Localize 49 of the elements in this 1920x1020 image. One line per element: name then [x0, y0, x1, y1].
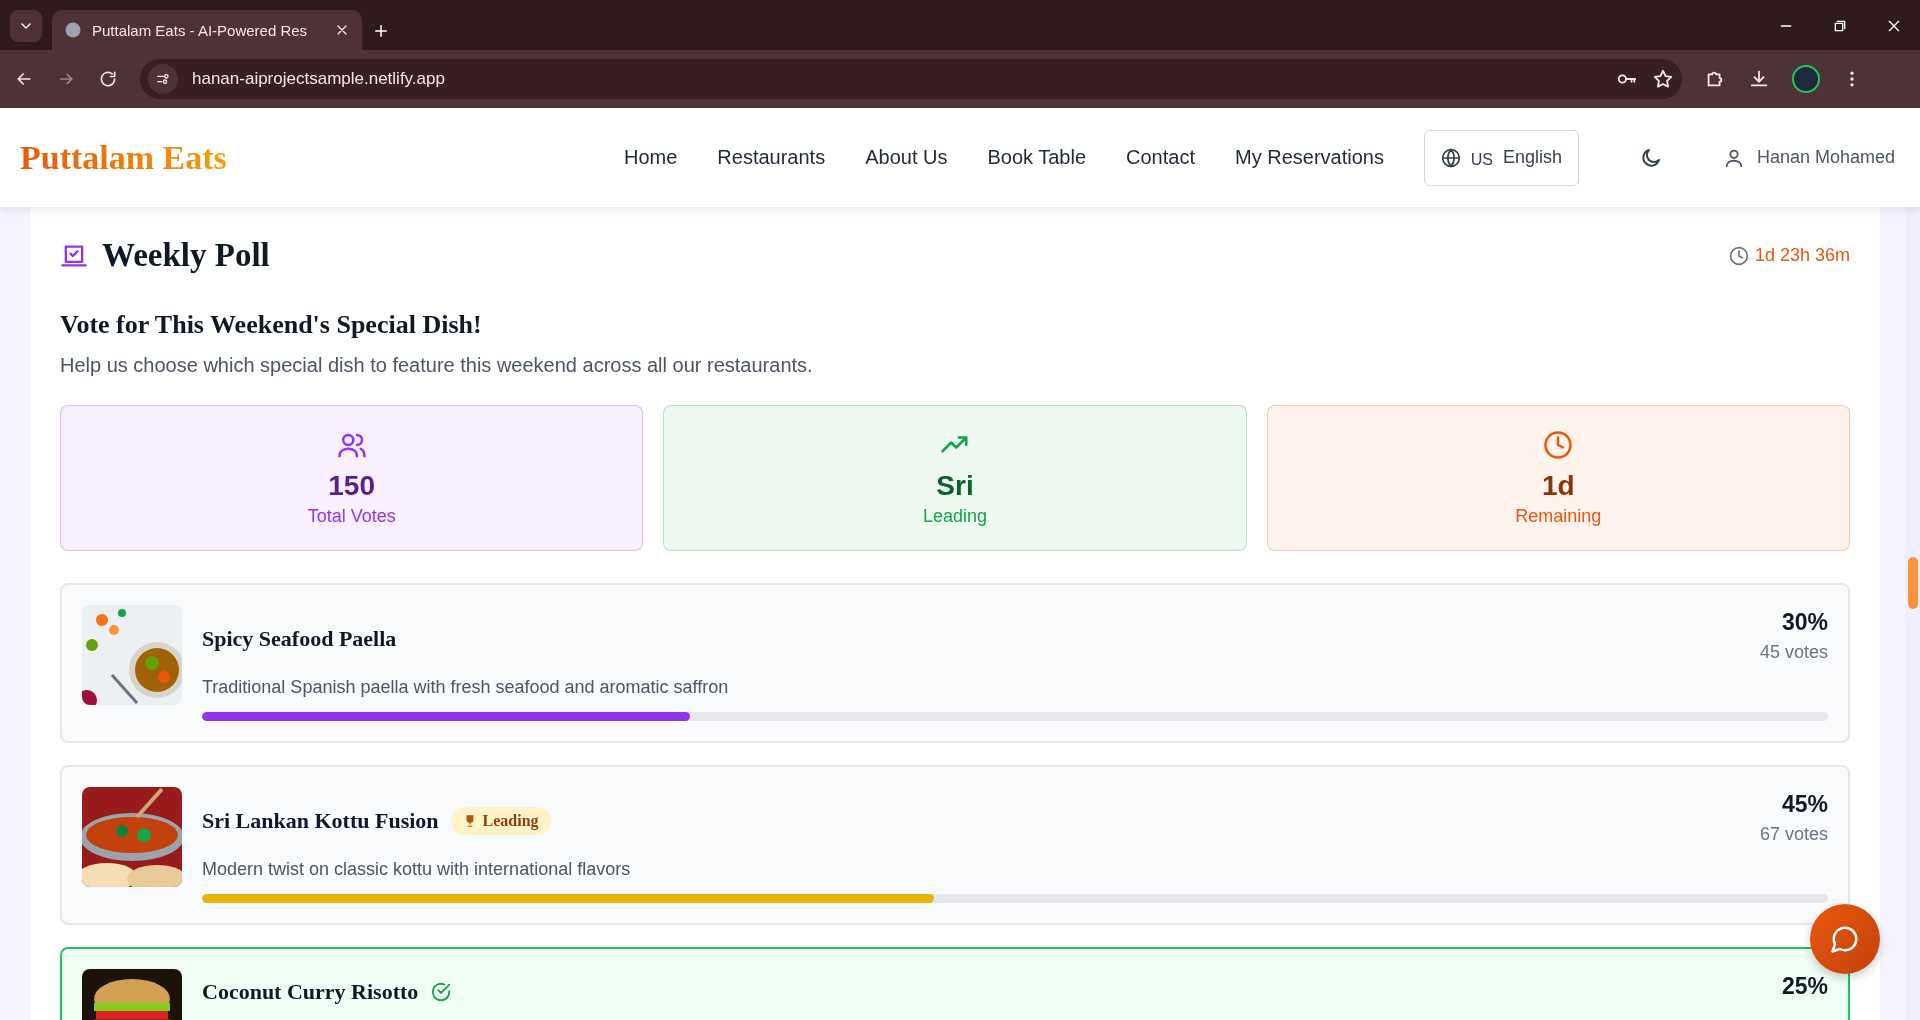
- stat-label: Remaining: [1515, 505, 1602, 527]
- poll-description: Help us choose which special dish to feature this weekend across all our restaurants.: [60, 354, 814, 377]
- language-button[interactable]: US English: [1423, 129, 1579, 186]
- stat-label: Total Votes: [307, 505, 396, 527]
- clock-icon: [1728, 245, 1749, 266]
- nav-link[interactable]: Contact: [1126, 146, 1195, 169]
- nav-link[interactable]: Home: [623, 146, 678, 169]
- url-text: hanan-aiprojectsample.netlify.app: [192, 69, 446, 89]
- clock-icon: [1543, 429, 1574, 460]
- restore-icon[interactable]: [1832, 18, 1848, 34]
- nav-link[interactable]: Book Table: [987, 146, 1087, 169]
- dish-description: Traditional Spanish paella with fresh seafood and aromatic saffron: [202, 677, 730, 698]
- tab-list-button[interactable]: [10, 10, 42, 42]
- dish-name: Sri Lankan Kottu Fusion: [202, 808, 439, 834]
- vote-count: 67 votes: [1759, 824, 1828, 845]
- nav-link[interactable]: Restaurants: [717, 146, 826, 169]
- site-settings-icon[interactable]: [155, 71, 171, 87]
- nav-link[interactable]: My Reservations: [1234, 146, 1384, 169]
- tab-title: Puttalam Eats - AI-Powered Res: [92, 21, 309, 39]
- address-bar[interactable]: hanan-aiprojectsample.netlify.app: [140, 59, 1682, 99]
- dish-description: Modern twist on classic kottu with international flavors: [202, 859, 632, 880]
- browser-tab[interactable]: Puttalam Eats - AI-Powered Res: [52, 10, 362, 50]
- reload-icon[interactable]: [98, 69, 118, 89]
- vote-percentage: 30%: [1780, 609, 1828, 636]
- countdown-timer: 1d 23h 36m: [1754, 245, 1850, 266]
- star-icon[interactable]: [1652, 68, 1674, 90]
- poll-option-card[interactable]: Coconut Curry Risotto 25%: [60, 947, 1850, 1020]
- dish-name: Spicy Seafood Paella: [202, 626, 397, 652]
- new-tab-icon[interactable]: [372, 22, 390, 40]
- poll-option-card[interactable]: Spicy Seafood Paella 30% 45 votes Traditional Spanish paella with fresh seafood and aromatic saffron: [60, 583, 1850, 743]
- stat-value: 150: [328, 469, 375, 502]
- stat-label: Leading: [922, 505, 988, 527]
- poll-heading: Vote for This Weekend's Special Dish!: [60, 310, 483, 340]
- vote-percentage: 25%: [1781, 973, 1828, 1000]
- leading-badge: Leading: [450, 807, 551, 835]
- profile-avatar[interactable]: [1792, 65, 1820, 93]
- user-menu[interactable]: Hanan Mohamed: [1722, 146, 1895, 169]
- vote-percentage: 45%: [1780, 791, 1828, 818]
- scrollbar-thumb[interactable]: [1908, 557, 1918, 609]
- close-icon[interactable]: [1886, 18, 1902, 34]
- vote-count: 45 votes: [1759, 642, 1828, 663]
- chat-bubble-icon: [1830, 924, 1860, 954]
- stat-value: Sri: [936, 469, 974, 502]
- poll-title: Weekly Poll: [102, 237, 270, 274]
- stat-value: 1d: [1541, 469, 1575, 502]
- scrollbar[interactable]: [1905, 207, 1920, 1020]
- dish-name: Coconut Curry Risotto: [202, 979, 419, 1005]
- poll-option-card[interactable]: Sri Lankan Kottu Fusion Leading 45% 67 votes Modern twist on classic kottu with international flavors: [60, 765, 1850, 925]
- nav-link[interactable]: About Us: [865, 146, 948, 169]
